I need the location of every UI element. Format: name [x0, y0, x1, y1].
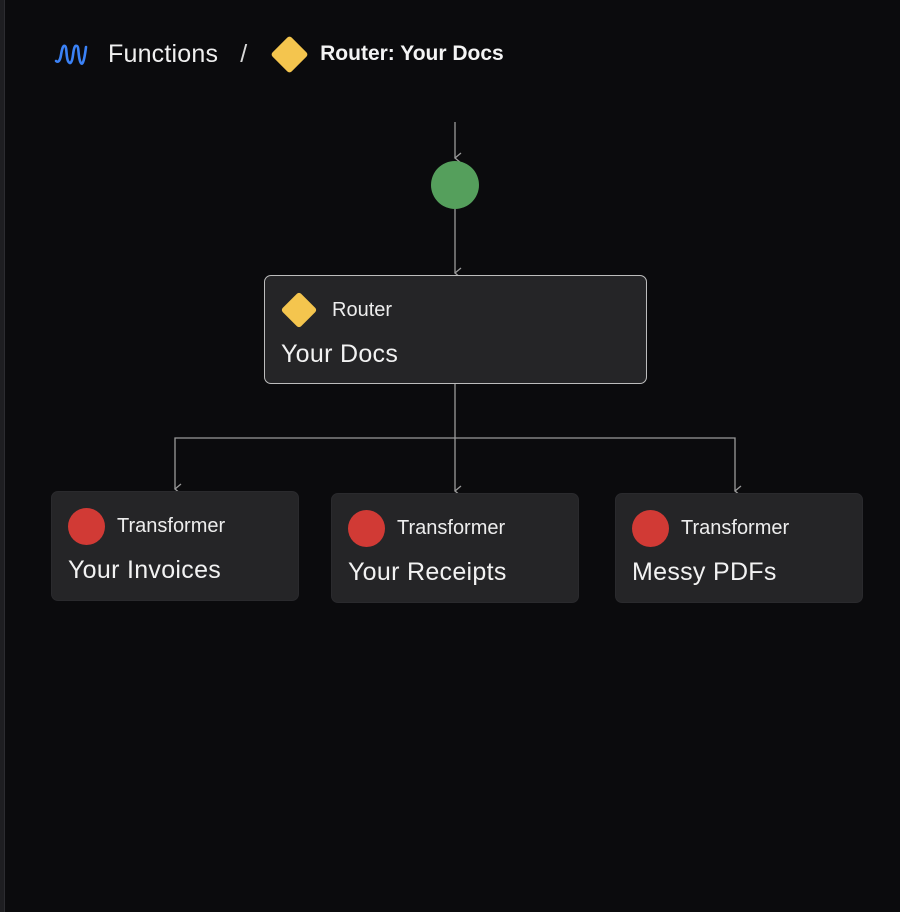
start-node[interactable]	[431, 161, 479, 209]
transformer-title: Your Invoices	[68, 556, 222, 584]
diagram-edges	[173, 122, 742, 497]
router-node-header: Router	[280, 291, 393, 329]
transformer-dot-icon	[348, 509, 385, 547]
router-diamond-icon	[280, 291, 318, 329]
transformer-node-invoices[interactable]: Transformer Your Invoices	[51, 491, 299, 601]
transformer-type-label: Transformer	[117, 514, 226, 537]
transformer-title: Messy PDFs	[632, 558, 777, 586]
function-canvas: Functions / Router: Your Docs Router You…	[0, 0, 900, 912]
router-node[interactable]: Router Your Docs	[264, 275, 647, 384]
transformer-type-label: Transformer	[681, 516, 790, 539]
router-type-label: Router	[332, 298, 393, 321]
edge-router-to-messy-pdfs	[455, 437, 742, 497]
router-title: Your Docs	[281, 340, 399, 368]
transformer-dot-icon	[632, 509, 669, 547]
transformer-node-receipts[interactable]: Transformer Your Receipts	[331, 493, 579, 603]
edge-router-to-invoices	[173, 437, 455, 495]
transformer-node-header: Transformer	[632, 509, 790, 547]
transformer-node-messy-pdfs[interactable]: Transformer Messy PDFs	[615, 493, 863, 603]
transformer-type-label: Transformer	[397, 516, 506, 539]
transformer-title: Your Receipts	[348, 558, 507, 586]
transformer-node-header: Transformer	[68, 507, 226, 545]
transformer-node-header: Transformer	[348, 509, 506, 547]
transformer-dot-icon	[68, 507, 105, 545]
